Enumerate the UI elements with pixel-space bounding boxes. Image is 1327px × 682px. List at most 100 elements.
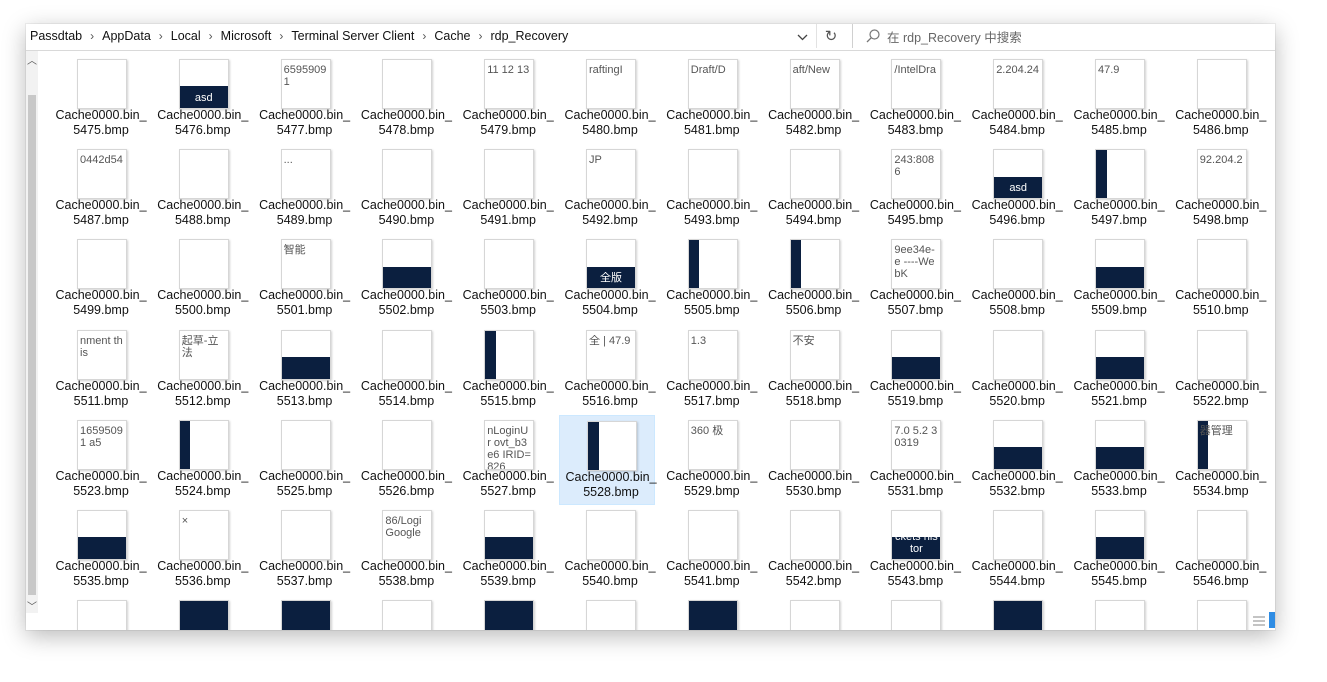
file-item[interactable]: Cache0000.bin_ 5502.bmp [355,234,452,324]
file-item[interactable]: 1.3 Cache0000.bin_ 5517.bmp [661,325,757,415]
file-item[interactable]: Cache0000.bin_ 5520.bmp [966,325,1063,415]
file-item[interactable]: Cache0000.bin_ 5533.bmp [1068,415,1165,505]
file-item[interactable]: Cache0000.bin_ 5539.bmp [457,505,554,595]
file-item[interactable]: Cache0000.bin_ 5530.bmp [763,415,859,505]
file-item-partial[interactable] [966,595,1062,630]
breadcrumb-appdata[interactable]: AppData [100,29,153,43]
file-item[interactable]: Cache0000.bin_ 5522.bmp [1170,325,1266,415]
breadcrumb-separator-icon[interactable]: › [472,29,488,43]
breadcrumb-separator-icon[interactable]: › [273,29,289,43]
file-item[interactable]: Cache0000.bin_ 5537.bmp [254,505,350,595]
file-item[interactable]: Cache0000.bin_ 5499.bmp [50,234,147,324]
breadcrumb-terminal-server-client[interactable]: Terminal Server Client [289,29,416,43]
file-item[interactable]: Cache0000.bin_ 5500.bmp [152,234,248,324]
file-item-partial[interactable] [50,595,146,630]
large-icons-view-icon[interactable] [1269,612,1275,628]
file-item[interactable]: Cache0000.bin_ 5506.bmp [763,234,859,324]
file-item[interactable]: Cache0000.bin_ 5546.bmp [1170,505,1266,595]
file-item-partial[interactable] [152,595,248,630]
file-item[interactable]: 65959091 Cache0000.bin_ 5477.bmp [254,54,350,144]
file-item[interactable]: Cache0000.bin_ 5545.bmp [1068,505,1165,595]
file-item[interactable]: Cache0000.bin_ 5497.bmp [1068,144,1165,234]
file-item[interactable]: 86/Logi Google Cache0000.bin_ 5538.bmp [355,505,452,595]
scroll-down-icon[interactable]: ﹀ [26,597,38,613]
file-item[interactable]: /IntelDra Cache0000.bin_ 5483.bmp [864,54,961,144]
file-item[interactable]: Cache0000.bin_ 5490.bmp [355,144,452,234]
breadcrumb-microsoft[interactable]: Microsoft [219,29,274,43]
file-item-partial[interactable] [559,595,655,630]
file-item[interactable]: × Cache0000.bin_ 5536.bmp [152,505,248,595]
file-item[interactable]: 0442d54 Cache0000.bin_ 5487.bmp [50,144,147,234]
breadcrumb-passdtab[interactable]: Passdtab [28,29,84,43]
file-item[interactable]: Cache0000.bin_ 5524.bmp [152,415,248,505]
file-item[interactable]: 16595091 a5 Cache0000.bin_ 5523.bmp [50,415,147,505]
file-item-partial[interactable] [763,595,859,630]
file-item[interactable]: Cache0000.bin_ 5505.bmp [661,234,757,324]
file-item[interactable]: Cache0000.bin_ 5526.bmp [355,415,452,505]
file-item[interactable]: asd Cache0000.bin_ 5476.bmp [152,54,248,144]
file-item[interactable]: 全 | 47.9 Cache0000.bin_ 5516.bmp [559,325,656,415]
file-item[interactable]: 243:8086 Cache0000.bin_ 5495.bmp [864,144,961,234]
file-item[interactable]: 92.204.2 Cache0000.bin_ 5498.bmp [1170,144,1266,234]
breadcrumb-separator-icon[interactable]: › [416,29,432,43]
file-item[interactable]: Draft/D Cache0000.bin_ 5481.bmp [661,54,757,144]
file-item[interactable]: Cache0000.bin_ 5519.bmp [864,325,961,415]
file-item[interactable]: Cache0000.bin_ 5544.bmp [966,505,1063,595]
breadcrumb-separator-icon[interactable]: › [84,29,100,43]
file-item[interactable]: raftingI Cache0000.bin_ 5480.bmp [559,54,656,144]
search-box[interactable]: 在 rdp_Recovery 中搜索 [852,24,1275,48]
address-bar[interactable]: Passdtab › AppData › Local › Microsoft › Ter… [26,24,1275,51]
file-item[interactable]: Cache0000.bin_ 5525.bmp [254,415,350,505]
file-item[interactable]: Cache0000.bin_ 5494.bmp [763,144,859,234]
file-item[interactable]: 不安 Cache0000.bin_ 5518.bmp [763,325,859,415]
file-item[interactable]: Cache0000.bin_ 5486.bmp [1170,54,1266,144]
file-item[interactable]: 起草-立法 Cache0000.bin_ 5512.bmp [152,325,248,415]
file-item-partial[interactable] [1068,595,1164,630]
file-item[interactable]: 360 极 Cache0000.bin_ 5529.bmp [661,415,757,505]
file-item[interactable]: nLoginUr ovt_b3e6 IRID=826 Cache0000.bin_… [457,415,554,505]
file-item[interactable]: Cache0000.bin_ 5532.bmp [966,415,1063,505]
file-item[interactable]: asd Cache0000.bin_ 5496.bmp [966,144,1063,234]
scroll-up-icon[interactable]: ︿ [26,51,38,67]
breadcrumb-rdp-recovery[interactable]: rdp_Recovery [488,29,570,43]
file-item-partial[interactable] [355,595,451,630]
chevron-down-icon[interactable] [790,26,814,48]
file-item[interactable]: Cache0000.bin_ 5493.bmp [661,144,757,234]
file-item[interactable]: Cache0000.bin_ 5509.bmp [1068,234,1165,324]
file-item-partial[interactable] [661,595,757,630]
file-item[interactable]: Cache0000.bin_ 5515.bmp [457,325,554,415]
file-item[interactable]: 47.9 Cache0000.bin_ 5485.bmp [1068,54,1165,144]
file-item[interactable]: 全版 Cache0000.bin_ 5504.bmp [559,234,656,324]
file-item[interactable]: 7.0 5.2 30319 Cache0000.bin_ 5531.bmp [864,415,961,505]
file-item[interactable]: Cache0000.bin_ 5475.bmp [50,54,147,144]
file-item[interactable]: 2.204.24 Cache0000.bin_ 5484.bmp [966,54,1063,144]
breadcrumb-local[interactable]: Local [169,29,203,43]
file-item[interactable]: Cache0000.bin_ 5478.bmp [355,54,452,144]
breadcrumb-separator-icon[interactable]: › [153,29,169,43]
file-item[interactable]: aft/New Cache0000.bin_ 5482.bmp [763,54,859,144]
file-item[interactable]: Cache0000.bin_ 5510.bmp [1170,234,1266,324]
file-item[interactable]: nment this Cache0000.bin_ 5511.bmp [50,325,147,415]
file-item[interactable]: Cache0000.bin_ 5528.bmp [559,414,657,505]
file-item[interactable]: 11 12 13 Cache0000.bin_ 5479.bmp [457,54,554,144]
file-item[interactable]: ... Cache0000.bin_ 5489.bmp [254,144,350,234]
file-item[interactable]: ckets histor Cache0000.bin_ 5543.bmp [864,505,961,595]
file-item[interactable]: Cache0000.bin_ 5535.bmp [50,505,147,595]
file-item[interactable]: Cache0000.bin_ 5513.bmp [254,325,350,415]
file-item[interactable]: Cache0000.bin_ 5508.bmp [966,234,1063,324]
file-item[interactable]: Cache0000.bin_ 5540.bmp [559,505,656,595]
file-item[interactable]: Cache0000.bin_ 5541.bmp [661,505,757,595]
file-item[interactable]: 智能 Cache0000.bin_ 5501.bmp [254,234,350,324]
file-item[interactable]: Cache0000.bin_ 5514.bmp [355,325,452,415]
file-item[interactable]: Cache0000.bin_ 5542.bmp [763,505,859,595]
file-item[interactable]: Cache0000.bin_ 5488.bmp [152,144,248,234]
breadcrumb-separator-icon[interactable]: › [203,29,219,43]
file-item-partial[interactable] [254,595,350,630]
file-item-partial[interactable] [864,595,960,630]
file-item[interactable]: JP Cache0000.bin_ 5492.bmp [559,144,656,234]
refresh-icon[interactable]: ↻ [816,24,845,48]
breadcrumb-cache[interactable]: Cache [432,29,472,43]
vertical-scrollbar[interactable]: ︿ ﹀ [26,51,38,613]
file-item[interactable]: 9ee34e-e ----WebK Cache0000.bin_ 5507.bmp [864,234,961,324]
file-item-partial[interactable] [457,595,553,630]
